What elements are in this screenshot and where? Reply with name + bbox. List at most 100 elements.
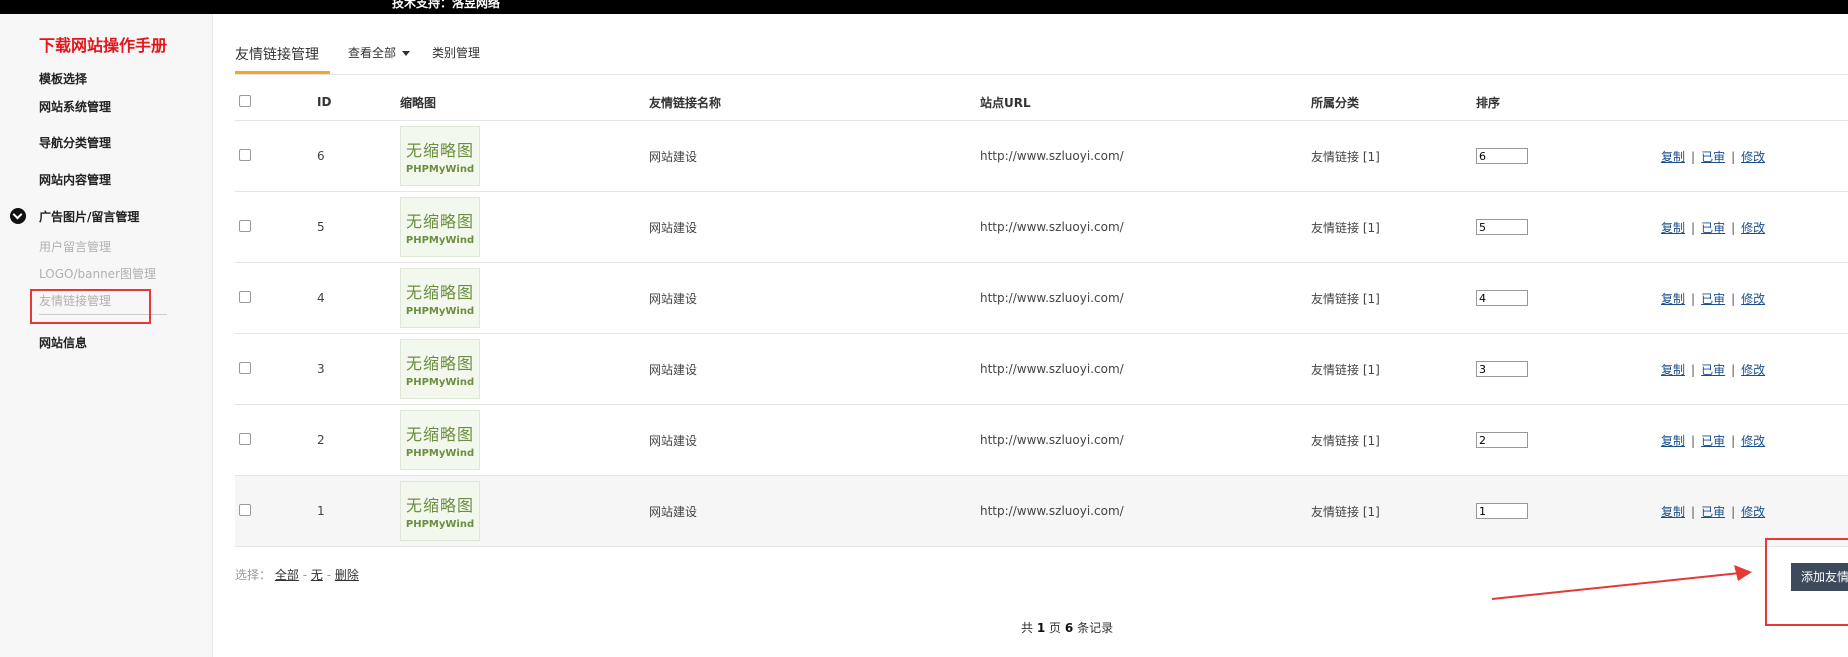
copy-link[interactable]: 复制 [1661,221,1685,235]
select-all-cell [235,84,317,121]
thumbnail-placeholder: 无缩略图 PHPMyWind [400,481,480,541]
row-order-cell [1476,333,1661,405]
audited-link[interactable]: 已审 [1701,292,1725,306]
edit-link[interactable]: 修改 [1741,434,1765,448]
selection-bar: 选择： 全部 - 无 - 删除 [235,566,359,583]
copy-link[interactable]: 复制 [1661,292,1685,306]
row-checkbox[interactable] [239,361,251,374]
order-input[interactable] [1476,148,1528,164]
sidebar-item-site-info[interactable]: 网站信息 [39,334,87,351]
row-thumb-cell: 无缩略图 PHPMyWind [400,120,649,192]
audited-link[interactable]: 已审 [1701,363,1725,377]
edit-link[interactable]: 修改 [1741,363,1765,377]
thumb-main-text: 无缩略图 [405,496,474,515]
ops-separator: | [1731,291,1736,306]
audited-link[interactable]: 已审 [1701,221,1725,235]
order-input[interactable] [1476,290,1528,306]
caret-down-icon [402,51,411,56]
header-url: 站点URL [980,84,1311,121]
copy-link[interactable]: 复制 [1661,363,1685,377]
annotation-highlight-sidebar [30,289,151,324]
ops-separator: | [1731,504,1736,519]
thumb-brand-text: PHPMyWind [405,377,475,388]
sidebar-subitem-messages[interactable]: 用户留言管理 [39,238,111,255]
sidebar-title[interactable]: 下载网站操作手册 [39,32,167,56]
sidebar: 下载网站操作手册 模板选择 网站系统管理 导航分类管理 网站内容管理 广告图片/… [0,14,213,657]
tab-view-all-label: 查看全部 [348,46,397,60]
sidebar-item-content[interactable]: 网站内容管理 [39,171,111,188]
row-name: 网站建设 [649,475,980,547]
row-checkbox[interactable] [239,503,251,516]
sidebar-item-system[interactable]: 网站系统管理 [39,98,111,115]
thumb-brand-text: PHPMyWind [405,519,475,530]
row-select-cell [235,475,317,547]
thumbnail-placeholder: 无缩略图 PHPMyWind [400,268,480,328]
row-url: http://www.szluoyi.com/ [980,475,1311,547]
thumb-brand-text: PHPMyWind [405,306,475,317]
links-table: ID 缩略图 友情链接名称 站点URL 所属分类 排序 6 无缩略图 PHPMyWi… [235,84,1848,547]
select-all-link[interactable]: 全部 [275,568,299,582]
copy-link[interactable]: 复制 [1661,505,1685,519]
select-all-checkbox[interactable] [239,94,251,107]
top-bar: 技术支持：洛昱网络 [0,0,1848,14]
row-ops: 复制 | 已审 | 修改 [1661,404,1848,476]
ops-separator: | [1691,362,1696,377]
row-checkbox[interactable] [239,219,251,232]
pager-count: 6 [1064,621,1074,635]
row-order-cell [1476,475,1661,547]
table-row: 6 无缩略图 PHPMyWind 网站建设 http://www.szluoyi.com… [235,120,1848,192]
edit-link[interactable]: 修改 [1741,292,1765,306]
sidebar-item-nav[interactable]: 导航分类管理 [39,134,111,151]
pager-pages: 1 [1036,621,1046,635]
row-checkbox[interactable] [239,148,251,161]
edit-link[interactable]: 修改 [1741,150,1765,164]
order-input[interactable] [1476,219,1528,235]
tab-link-management[interactable]: 友情链接管理 [235,44,319,64]
row-checkbox[interactable] [239,432,251,445]
chevron-down-icon[interactable] [10,208,26,224]
thumb-brand-text: PHPMyWind [405,235,475,246]
table-body: 6 无缩略图 PHPMyWind 网站建设 http://www.szluoyi.com… [235,120,1848,547]
row-url: http://www.szluoyi.com/ [980,262,1311,334]
row-url: http://www.szluoyi.com/ [980,404,1311,476]
audited-link[interactable]: 已审 [1701,434,1725,448]
sidebar-item-ads[interactable]: 广告图片/留言管理 [39,208,139,225]
row-ops: 复制 | 已审 | 修改 [1661,262,1848,334]
row-category: 友情链接 [1] [1311,475,1476,547]
row-thumb-cell: 无缩略图 PHPMyWind [400,191,649,263]
copy-link[interactable]: 复制 [1661,434,1685,448]
delete-selected-link[interactable]: 删除 [335,568,359,582]
row-checkbox[interactable] [239,290,251,303]
header-id: ID [317,84,400,121]
edit-link[interactable]: 修改 [1741,221,1765,235]
ops-separator: | [1691,220,1696,235]
row-order-cell [1476,262,1661,334]
tab-bar: 友情链接管理 查看全部 类别管理 [235,40,1848,75]
row-order-cell [1476,191,1661,263]
audited-link[interactable]: 已审 [1701,505,1725,519]
order-input[interactable] [1476,432,1528,448]
select-none-link[interactable]: 无 [311,568,323,582]
ops-separator: | [1731,220,1736,235]
order-input[interactable] [1476,503,1528,519]
sidebar-item-template[interactable]: 模板选择 [39,70,87,87]
order-input[interactable] [1476,361,1528,377]
audited-link[interactable]: 已审 [1701,150,1725,164]
tab-view-all[interactable]: 查看全部 [348,44,411,61]
row-select-cell [235,333,317,405]
copy-link[interactable]: 复制 [1661,150,1685,164]
row-thumb-cell: 无缩略图 PHPMyWind [400,404,649,476]
row-name: 网站建设 [649,262,980,334]
row-category: 友情链接 [1] [1311,120,1476,192]
active-tab-indicator [235,71,330,74]
header-name: 友情链接名称 [649,84,980,121]
selection-dash: - [302,568,308,582]
edit-link[interactable]: 修改 [1741,505,1765,519]
row-name: 网站建设 [649,333,980,405]
row-category: 友情链接 [1] [1311,333,1476,405]
row-category: 友情链接 [1] [1311,404,1476,476]
sidebar-subitem-logo-banner[interactable]: LOGO/banner图管理 [39,265,156,282]
row-id: 3 [317,333,400,405]
tab-category-management[interactable]: 类别管理 [432,44,480,61]
thumbnail-placeholder: 无缩略图 PHPMyWind [400,339,480,399]
